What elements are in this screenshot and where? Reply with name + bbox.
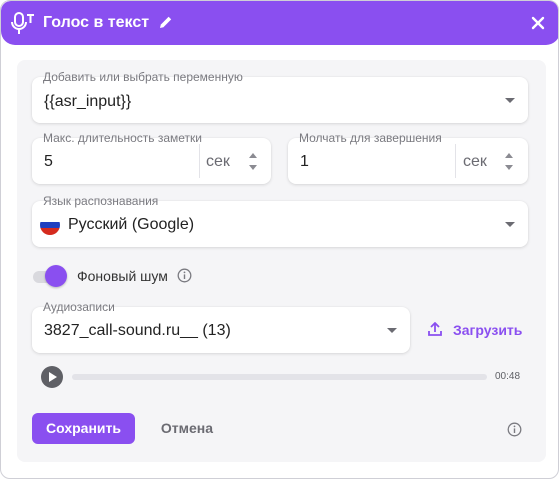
variable-select-value: {{asr_input}} — [44, 93, 132, 110]
language-select[interactable]: Язык распознавания Русский (Google) — [32, 194, 528, 247]
language-select-label: Язык распознавания — [43, 194, 159, 208]
max-duration-field[interactable]: Макс. длительность заметки 5 сек — [32, 131, 271, 184]
unit-divider — [199, 144, 200, 178]
chevron-down-icon — [505, 98, 515, 103]
recordings-select-value: 3827_call-sound.ru__ (13) — [44, 322, 231, 339]
variable-select[interactable]: Добавить или выбрать переменную {{asr_in… — [32, 70, 528, 123]
unit-divider — [455, 144, 456, 178]
chevron-down-icon — [387, 328, 397, 333]
silence-field[interactable]: Молчать для завершения 1 сек — [288, 131, 528, 184]
audio-duration: 00:48 — [495, 371, 521, 382]
max-duration-label: Макс. длительность заметки — [43, 131, 202, 145]
background-noise-toggle[interactable] — [33, 264, 67, 288]
toggle-knob — [45, 265, 67, 287]
info-icon[interactable] — [507, 422, 522, 437]
silence-value: 1 — [300, 153, 309, 170]
microphone-icon — [11, 12, 34, 34]
spin-down-icon[interactable] — [249, 165, 257, 170]
save-button[interactable]: Сохранить — [32, 413, 135, 444]
info-icon[interactable] — [177, 268, 192, 283]
silence-label: Молчать для завершения — [299, 131, 442, 145]
language-select-value: Русский (Google) — [68, 216, 195, 233]
upload-label: Загрузить — [453, 322, 523, 338]
russia-flag-icon — [40, 215, 60, 235]
chevron-down-icon — [505, 222, 515, 227]
dialog-header: Голос в текст — [1, 1, 558, 45]
background-noise-label: Фоновый шум — [77, 268, 168, 284]
max-duration-unit: сек — [206, 153, 230, 170]
pencil-icon[interactable] — [159, 15, 173, 29]
dialog-title: Голос в текст — [43, 14, 150, 31]
spin-down-icon[interactable] — [505, 165, 513, 170]
upload-icon — [428, 322, 442, 336]
upload-button[interactable]: Загрузить — [427, 319, 527, 341]
spin-up-icon[interactable] — [505, 153, 513, 158]
cancel-button[interactable]: Отмена — [151, 413, 223, 444]
max-duration-value: 5 — [44, 153, 53, 170]
voice-to-text-dialog: Голос в текст Добавить или выбрать перем… — [0, 0, 559, 479]
recordings-select-label: Аудиозаписи — [43, 300, 115, 314]
close-icon[interactable] — [529, 14, 547, 32]
spin-up-icon[interactable] — [249, 153, 257, 158]
variable-select-label: Добавить или выбрать переменную — [43, 70, 243, 84]
play-icon[interactable] — [41, 366, 63, 388]
audio-progress-bar[interactable] — [72, 374, 487, 380]
recordings-select[interactable]: Аудиозаписи 3827_call-sound.ru__ (13) — [32, 300, 410, 353]
silence-unit: сек — [463, 153, 487, 170]
